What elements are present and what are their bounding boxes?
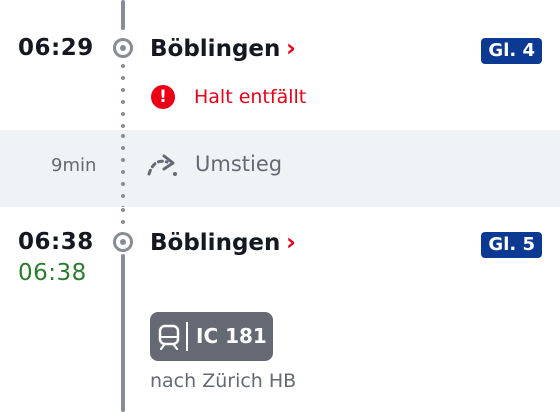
- stop2-time: 06:38: [18, 229, 94, 255]
- chevron-right-icon[interactable]: ›: [286, 34, 296, 62]
- train-chip-divider: [186, 322, 188, 351]
- train-direction: nach Zürich HB: [150, 370, 297, 392]
- exclamation-icon: !: [151, 85, 175, 109]
- transfer-duration: 9min: [51, 155, 97, 176]
- stop1-station[interactable]: Böblingen: [150, 36, 280, 62]
- timeline-solid-bottom: [121, 254, 125, 412]
- timeline-dotted-transfer: [121, 130, 125, 207]
- transfer-arrow-icon: [147, 154, 177, 176]
- transfer-label: Umstieg: [195, 152, 283, 176]
- train-icon: [158, 324, 180, 350]
- train-chip[interactable]: IC 181: [150, 312, 273, 361]
- chevron-right-icon[interactable]: ›: [286, 228, 296, 256]
- stop2-realtime: 06:38: [18, 260, 87, 286]
- timeline-solid-top: [121, 0, 125, 30]
- train-name: IC 181: [196, 324, 267, 348]
- stop-marker-icon: [113, 38, 133, 58]
- stop2-station[interactable]: Böblingen: [150, 230, 280, 256]
- alert-text: Halt entfällt: [194, 86, 307, 108]
- stop1-time: 06:29: [18, 35, 94, 61]
- stop2-track-badge: Gl. 5: [481, 232, 542, 258]
- stop1-track-badge: Gl. 4: [481, 38, 542, 64]
- stop-marker-icon: [113, 232, 133, 252]
